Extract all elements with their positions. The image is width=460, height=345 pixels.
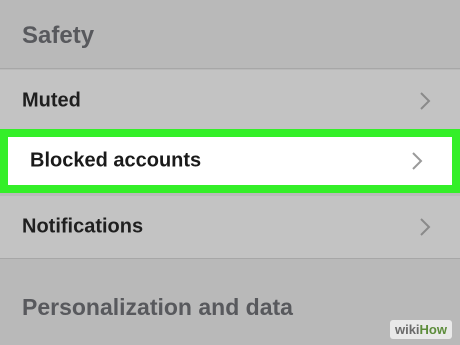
- chevron-right-icon: [420, 218, 431, 236]
- watermark-brand: wiki: [394, 322, 420, 337]
- safety-section-title: Safety: [22, 22, 95, 49]
- blocked-accounts-label: Blocked accounts: [30, 149, 202, 172]
- chevron-right-icon: [420, 92, 431, 110]
- wikihow-watermark: wikiHow: [389, 320, 452, 339]
- muted-row[interactable]: Muted: [0, 70, 460, 132]
- watermark-suffix: How: [419, 322, 447, 337]
- muted-label: Muted: [22, 89, 81, 112]
- safety-section-header: Safety: [0, 0, 460, 68]
- divider: [0, 258, 460, 259]
- divider: [0, 68, 460, 69]
- notifications-row[interactable]: Notifications: [0, 196, 460, 258]
- blocked-accounts-row[interactable]: Blocked accounts: [0, 129, 460, 193]
- notifications-label: Notifications: [22, 215, 144, 238]
- chevron-right-icon: [412, 152, 423, 170]
- personalization-section-title: Personalization and data: [22, 294, 293, 320]
